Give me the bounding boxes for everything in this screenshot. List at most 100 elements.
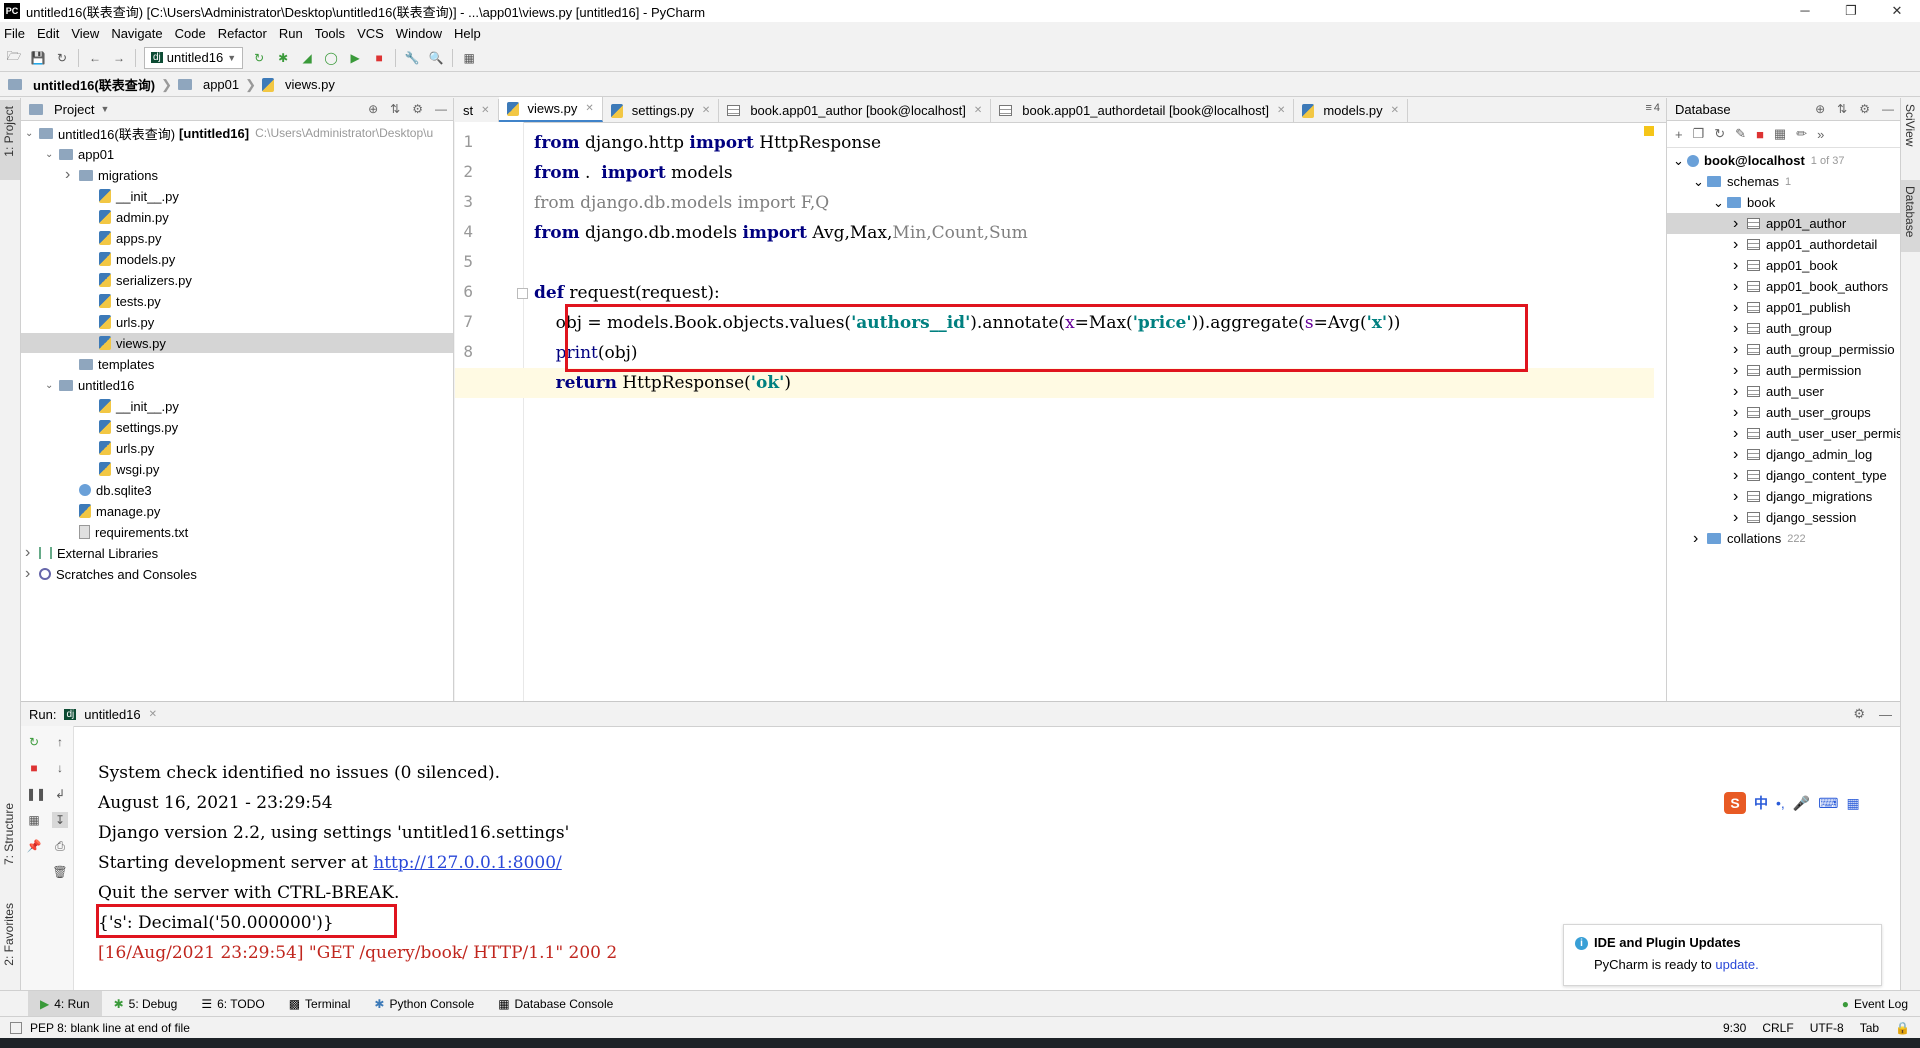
tab-overflow-button[interactable]: ≡ 4 <box>1645 102 1660 114</box>
collapse-all-icon[interactable]: ⇅ <box>390 102 400 116</box>
sql-console-icon[interactable]: ▦ <box>461 50 477 66</box>
forward-icon[interactable]: → <box>111 50 127 66</box>
back-icon[interactable]: ← <box>87 50 103 66</box>
breadcrumb-app01[interactable]: app01 <box>203 77 239 92</box>
gear-icon[interactable]: ⚙ <box>412 102 423 116</box>
chevron-right-icon[interactable]: › <box>25 544 39 562</box>
table-view-icon[interactable]: ▦ <box>1774 126 1786 142</box>
up-arrow-icon[interactable]: ↑ <box>52 734 68 750</box>
tool-window-favorites[interactable]: 2: Favorites <box>2 903 16 966</box>
stop-icon[interactable]: ■ <box>1756 127 1764 142</box>
save-all-icon[interactable]: 💾 <box>30 50 46 66</box>
trash-icon[interactable]: 🗑 <box>52 864 68 880</box>
db-table-item[interactable]: › django_session <box>1733 507 1856 528</box>
run-configuration-select[interactable]: dj untitled16 ▼ <box>144 46 244 69</box>
code-area[interactable]: from django.http import HttpResponse from… <box>455 122 1654 701</box>
menu-view[interactable]: View <box>71 26 99 41</box>
db-table-item[interactable]: › auth_user <box>1733 381 1824 402</box>
hide-icon[interactable]: — <box>1879 707 1892 722</box>
keyboard-icon[interactable]: ⌨ <box>1818 795 1838 812</box>
close-tab-icon[interactable]: ✕ <box>974 105 982 116</box>
breadcrumb-file[interactable]: views.py <box>285 77 335 92</box>
editor-tab[interactable]: views.py ✕ <box>498 97 603 122</box>
tree-item[interactable]: ⌄ untitled16(联表查询) [untitled16] C:\Users\Ad… <box>25 123 433 143</box>
tree-item[interactable]: db.sqlite3 <box>65 480 152 500</box>
tree-item[interactable]: urls.py <box>85 312 154 332</box>
tree-item[interactable]: models.py <box>85 249 175 269</box>
pin-icon[interactable]: 📌 <box>26 838 42 854</box>
refresh-icon[interactable]: ↻ <box>1714 126 1725 142</box>
tree-item[interactable]: apps.py <box>85 228 162 248</box>
db-table-item[interactable]: › app01_book_authors <box>1733 276 1888 297</box>
locate-icon[interactable]: ⊕ <box>368 102 378 116</box>
project-panel-title[interactable]: Project <box>54 102 94 117</box>
soft-wrap-icon[interactable]: ↲ <box>52 786 68 802</box>
properties-icon[interactable]: ✎ <box>1735 126 1746 142</box>
layout-icon[interactable]: ▦ <box>26 812 42 828</box>
close-tab-icon[interactable]: ✕ <box>1391 105 1399 116</box>
event-log-button[interactable]: ● Event Log <box>1830 991 1920 1017</box>
pause-icon[interactable]: ❚❚ <box>26 786 46 802</box>
hide-icon[interactable]: — <box>435 102 447 116</box>
sync-icon[interactable]: ↻ <box>54 50 70 66</box>
tool-tab-database-console[interactable]: ▦ Database Console <box>486 991 625 1017</box>
microphone-icon[interactable]: 🎤 <box>1793 795 1810 812</box>
close-icon[interactable]: ✕ <box>149 709 157 720</box>
tree-item[interactable]: urls.py <box>85 438 154 458</box>
tool-tab-debug[interactable]: ✱ 5: Debug <box>102 991 190 1017</box>
tree-item[interactable]: ⌄ app01 <box>45 144 114 164</box>
add-icon[interactable]: + <box>1675 127 1683 142</box>
chevron-down-icon[interactable]: ⌄ <box>45 149 59 160</box>
grid-icon[interactable]: ▦ <box>1846 795 1859 812</box>
close-tab-icon[interactable]: ✕ <box>1277 105 1285 116</box>
stop-icon[interactable]: ■ <box>26 760 42 776</box>
tool-window-database[interactable]: Database <box>1903 186 1917 237</box>
tree-item[interactable]: settings.py <box>85 417 178 437</box>
menu-refactor[interactable]: Refactor <box>218 26 267 41</box>
tree-item[interactable]: wsgi.py <box>85 459 159 479</box>
tree-item[interactable]: › External Libraries <box>25 543 158 563</box>
editor-tab[interactable]: book.app01_authordetail [book@localhost]… <box>991 99 1295 122</box>
server-url-link[interactable]: http://127.0.0.1:8000/ <box>373 853 562 873</box>
ime-mode-chinese[interactable]: 中 <box>1754 793 1768 813</box>
menu-run[interactable]: Run <box>279 26 303 41</box>
menu-help[interactable]: Help <box>454 26 481 41</box>
settings-wrench-icon[interactable]: 🔧 <box>404 50 420 66</box>
close-button[interactable]: ✕ <box>1874 0 1920 22</box>
tool-window-sciview[interactable]: SciView <box>1903 104 1917 146</box>
db-table-item[interactable]: › app01_author <box>1667 213 1901 234</box>
rerun-icon[interactable]: ↻ <box>251 50 267 66</box>
menu-edit[interactable]: Edit <box>37 26 59 41</box>
tool-tab-python-console[interactable]: ✱ Python Console <box>362 991 486 1017</box>
concurrency-icon[interactable]: ▶ <box>347 50 363 66</box>
tree-item[interactable]: manage.py <box>65 501 160 521</box>
tree-item[interactable]: __init__.py <box>85 396 179 416</box>
tree-item[interactable]: admin.py <box>85 207 169 227</box>
open-folder-icon[interactable]: 🗁 <box>6 49 22 66</box>
db-table-item[interactable]: › app01_book <box>1733 255 1838 276</box>
caret-position[interactable]: 9:30 <box>1723 1021 1746 1035</box>
inspection-status-icon[interactable] <box>1644 126 1654 136</box>
tree-item[interactable]: views.py <box>21 333 453 353</box>
scroll-to-end-icon[interactable]: ↧ <box>52 812 68 828</box>
db-table-item[interactable]: › django_migrations <box>1733 486 1872 507</box>
profile-icon[interactable]: ◯ <box>323 50 339 66</box>
tree-item[interactable]: tests.py <box>85 291 161 311</box>
gear-icon[interactable]: ⚙ <box>1853 706 1865 722</box>
rerun-icon[interactable]: ↻ <box>26 734 42 750</box>
chevron-down-icon[interactable]: ▼ <box>100 104 109 114</box>
db-schemas[interactable]: ⌄ schemas 1 <box>1693 171 1791 192</box>
more-icon[interactable]: » <box>1817 127 1824 142</box>
breadcrumb-project[interactable]: untitled16(联表查询) <box>33 75 155 94</box>
menu-vcs[interactable]: VCS <box>357 26 384 41</box>
db-table-item[interactable]: › app01_authordetail <box>1733 234 1877 255</box>
menu-navigate[interactable]: Navigate <box>111 26 162 41</box>
chevron-down-icon[interactable]: ⌄ <box>25 128 39 139</box>
db-collations[interactable]: › collations 222 <box>1693 528 1806 549</box>
db-table-item[interactable]: › auth_group_permissio <box>1733 339 1895 360</box>
indent-setting[interactable]: Tab <box>1860 1021 1879 1035</box>
locate-icon[interactable]: ⊕ <box>1815 102 1825 116</box>
gear-icon[interactable]: ⚙ <box>1859 102 1870 116</box>
db-connection[interactable]: ⌄ book@localhost 1 of 37 <box>1673 150 1844 171</box>
chevron-down-icon[interactable]: ⌄ <box>45 380 59 391</box>
